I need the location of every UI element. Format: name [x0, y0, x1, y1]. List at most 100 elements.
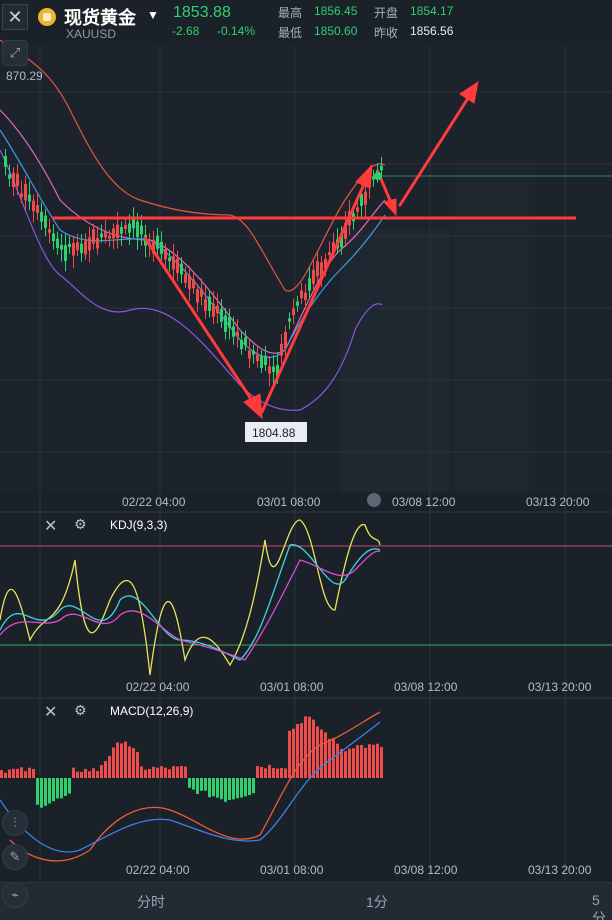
- candle: [76, 242, 79, 251]
- candle: [184, 274, 187, 283]
- macd-bar: [20, 767, 23, 778]
- kdj-gear-icon[interactable]: ⚙: [74, 516, 87, 533]
- candle: [220, 308, 223, 322]
- macd-bar: [368, 744, 371, 778]
- candle: [92, 229, 95, 244]
- candle: [36, 205, 39, 213]
- macd-bar: [32, 769, 35, 778]
- candle: [244, 337, 247, 346]
- candle: [48, 229, 51, 233]
- xlabel-kdj-1: 02/22 04:00: [126, 680, 190, 694]
- macd-bar: [348, 748, 351, 778]
- candle: [20, 193, 23, 198]
- candle: [240, 339, 243, 350]
- macd-bar: [180, 765, 183, 778]
- candle: [288, 318, 291, 322]
- macd-histogram: [0, 716, 383, 808]
- macd-bar: [124, 741, 127, 778]
- macd-bar: [248, 778, 251, 796]
- macd-bar: [160, 766, 163, 778]
- scroll-handle: [367, 493, 381, 507]
- candle: [112, 228, 115, 239]
- xlabel-main-2: 03/01 08:00: [257, 495, 321, 509]
- candle: [128, 223, 131, 233]
- macd-bar: [308, 716, 311, 778]
- tab-1min[interactable]: 1分: [366, 892, 388, 912]
- macd-bar: [340, 749, 343, 778]
- macd-bar: [80, 771, 83, 778]
- macd-label: MACD(12,26,9): [110, 704, 194, 718]
- candle: [160, 241, 163, 254]
- candle: [364, 191, 367, 205]
- macd-bar: [40, 778, 43, 808]
- macd-bar: [148, 768, 151, 778]
- macd-bar: [292, 728, 295, 778]
- candle: [380, 165, 383, 171]
- candle: [256, 354, 259, 362]
- candle: [284, 332, 287, 349]
- candle: [28, 194, 31, 202]
- macd-bar: [116, 742, 119, 778]
- candle: [100, 233, 103, 238]
- candle: [60, 244, 63, 250]
- candle: [88, 237, 91, 251]
- candle: [268, 366, 271, 374]
- macd-bar: [128, 746, 131, 778]
- kdj-j-line: [0, 519, 381, 676]
- candle: [252, 350, 255, 355]
- candle: [188, 275, 191, 289]
- top-price-label: 870.29: [6, 69, 43, 83]
- candle: [316, 261, 319, 277]
- macd-bar: [64, 778, 67, 796]
- last-price-dot: [374, 172, 382, 180]
- pen-icon[interactable]: ✎: [2, 844, 28, 870]
- tab-5min[interactable]: 5分: [592, 892, 612, 920]
- candle: [24, 184, 27, 201]
- xlabel-kdj-2: 03/01 08:00: [260, 680, 324, 694]
- candle: [96, 237, 99, 249]
- macd-bar: [228, 778, 231, 800]
- macd-bar: [16, 768, 19, 778]
- candle: [64, 245, 67, 262]
- macd-bar: [364, 747, 367, 778]
- macd-bar: [372, 744, 375, 778]
- macd-bar: [176, 766, 179, 778]
- chart-canvas[interactable]: 870.29 1804.88 02/22 04:00 03/01 08:00 0…: [0, 0, 612, 920]
- macd-bar: [172, 766, 175, 778]
- macd-gear-icon[interactable]: ⚙: [74, 702, 87, 719]
- macd-bar: [112, 747, 115, 778]
- candle: [108, 235, 111, 239]
- candle: [120, 226, 123, 234]
- candle: [296, 301, 299, 306]
- candle: [164, 248, 167, 260]
- candle: [44, 215, 47, 228]
- macd-bar: [272, 767, 275, 778]
- macd-bar: [4, 772, 7, 778]
- candle: [264, 355, 267, 366]
- candle: [212, 303, 215, 317]
- macd-close-icon[interactable]: ✕: [44, 702, 57, 722]
- tab-timeshare[interactable]: 分时: [137, 892, 165, 912]
- candle: [124, 225, 127, 230]
- macd-bar: [356, 745, 359, 778]
- candle: [356, 207, 359, 212]
- candle: [236, 331, 239, 337]
- macd-bar: [324, 732, 327, 778]
- macd-bar: [52, 778, 55, 802]
- candle: [132, 219, 135, 229]
- candle: [168, 257, 171, 262]
- candle: [40, 212, 43, 222]
- macd-bar: [360, 745, 363, 778]
- macd-bar: [28, 767, 31, 778]
- candle: [140, 225, 143, 235]
- xlabel-kdj-3: 03/08 12:00: [394, 680, 458, 694]
- chart-toggle-icon[interactable]: ⌁: [2, 882, 28, 908]
- candle: [104, 231, 107, 238]
- expand-icon[interactable]: ⤢: [2, 40, 28, 66]
- macd-bar: [84, 768, 87, 778]
- candle: [84, 240, 87, 255]
- candle-icon[interactable]: ⫶: [2, 810, 28, 836]
- candle: [68, 243, 71, 248]
- kdj-close-icon[interactable]: ✕: [44, 516, 57, 536]
- xlabel-macd-2: 03/01 08:00: [260, 863, 324, 877]
